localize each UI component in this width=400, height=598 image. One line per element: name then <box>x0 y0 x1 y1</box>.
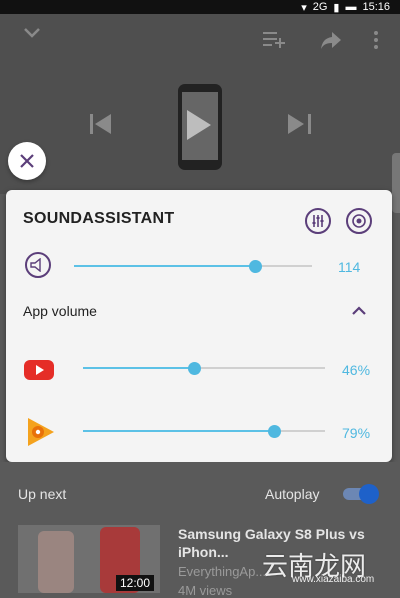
chevron-down-icon[interactable] <box>22 26 42 40</box>
speaker-button[interactable] <box>25 252 51 278</box>
youtube-icon <box>24 360 54 380</box>
youtube-volume-fill <box>83 367 195 369</box>
app-volume-label: App volume <box>23 303 97 319</box>
panel-title: SOUNDASSISTANT <box>23 210 175 227</box>
video-thumbnail[interactable]: 12:00 <box>18 525 160 593</box>
skip-previous-icon[interactable] <box>90 112 114 136</box>
status-icons: ▾ 2G ▮ ▬ 15:16 <box>301 0 390 14</box>
play-music-volume-value: 79% <box>342 425 371 441</box>
speaker-icon <box>30 258 41 272</box>
equalizer-icon <box>312 215 324 227</box>
youtube-volume-thumb[interactable] <box>188 362 202 375</box>
battery-icon: ▬ <box>345 1 357 13</box>
skip-next-icon[interactable] <box>287 112 311 136</box>
master-volume-fill <box>74 265 255 267</box>
more-vert-icon[interactable] <box>372 30 380 50</box>
share-icon[interactable] <box>320 30 342 50</box>
equalizer-button[interactable] <box>305 208 331 234</box>
scroll-handle[interactable] <box>392 153 400 213</box>
autoplay-toggle[interactable] <box>341 484 379 504</box>
master-volume-value: 114 <box>338 259 361 275</box>
play-music-volume-thumb[interactable] <box>268 425 282 438</box>
sound-assistant-panel: SOUNDASSISTANT 114 App volume 46% 79% <box>6 190 392 462</box>
master-volume-thumb[interactable] <box>248 260 262 273</box>
sound-settings-icon <box>352 214 366 228</box>
close-icon <box>20 154 34 168</box>
wifi-icon: ▾ <box>301 1 307 14</box>
youtube-volume-slider[interactable] <box>83 356 325 380</box>
watermark-url: www.xiazaiba.com <box>292 574 375 585</box>
play-music-volume-slider[interactable] <box>83 419 325 443</box>
master-volume-slider[interactable] <box>74 254 312 278</box>
clock: 15:16 <box>362 1 390 13</box>
network-type: 2G <box>312 1 328 13</box>
video-views: 4M views <box>178 583 233 598</box>
video-channel: EverythingAp... <box>178 564 267 579</box>
play-music-volume-fill <box>83 430 275 432</box>
sound-settings-button[interactable] <box>346 208 372 234</box>
video-duration: 12:00 <box>115 575 154 591</box>
up-next-label: Up next <box>18 486 67 502</box>
youtube-volume-value: 46% <box>342 362 371 378</box>
play-icon[interactable] <box>187 110 211 140</box>
close-button[interactable] <box>8 142 46 180</box>
play-music-icon <box>28 418 54 446</box>
autoplay-label: Autoplay <box>265 486 320 502</box>
status-bar: ▾ 2G ▮ ▬ 15:16 <box>0 0 400 14</box>
playlist-add-icon[interactable] <box>262 30 286 50</box>
signal-icon: ▮ <box>333 1 340 14</box>
chevron-up-icon[interactable] <box>351 303 367 319</box>
